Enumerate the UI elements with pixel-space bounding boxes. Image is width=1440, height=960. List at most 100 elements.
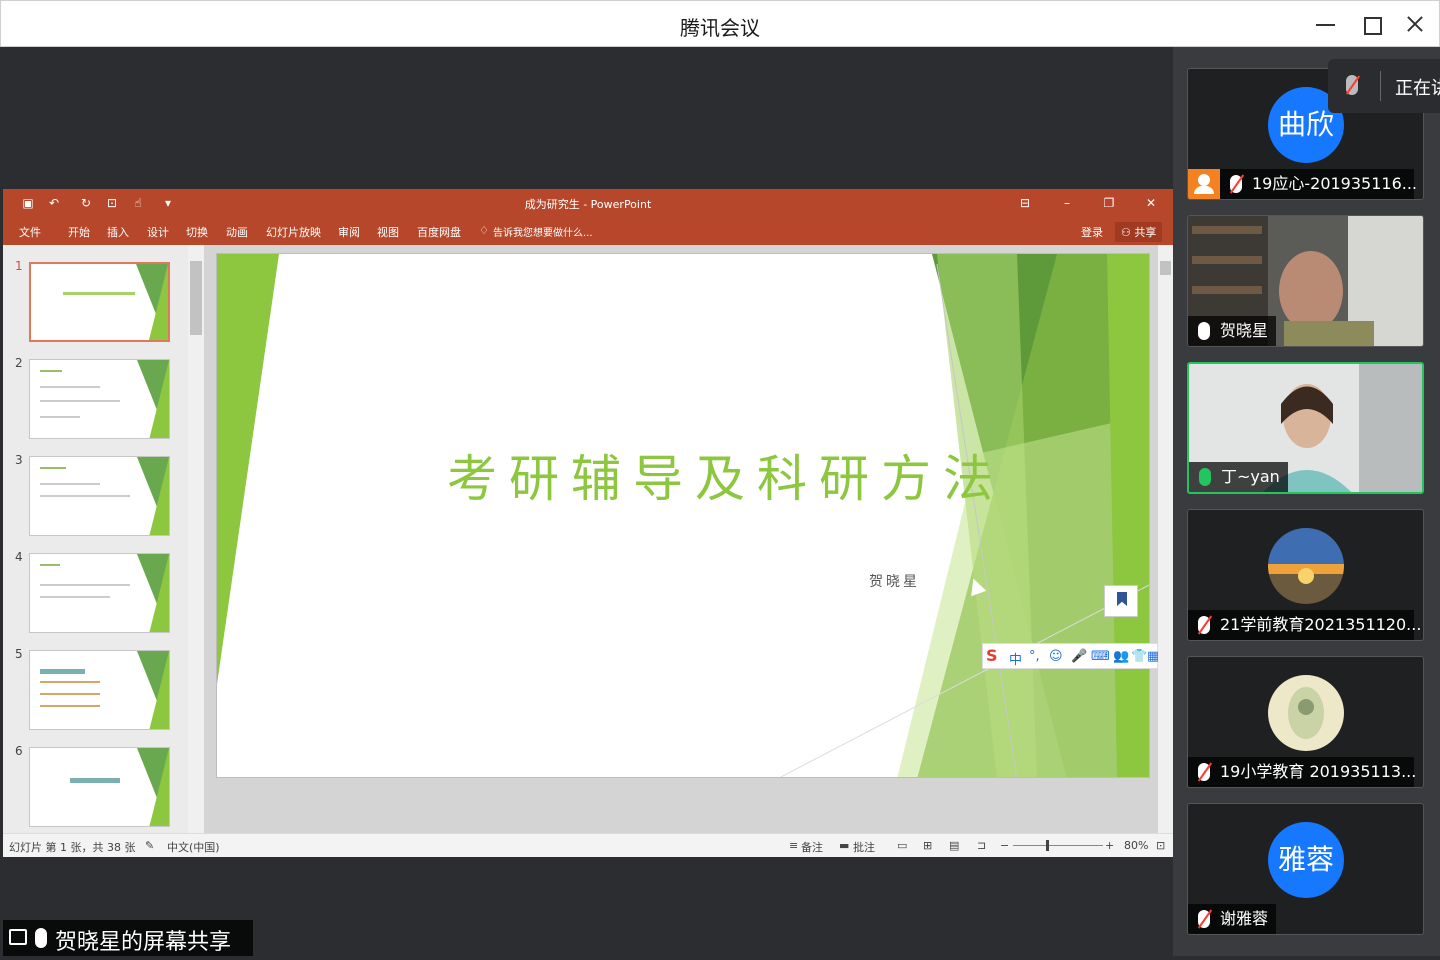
thumbnail-number: 4 <box>15 550 23 564</box>
participant-name-tag: 谢雅蓉 <box>1188 904 1277 934</box>
ime-punctuation-icon[interactable]: °, <box>1029 649 1040 664</box>
participant-name-tag: 19小学教育 201935113... <box>1188 757 1417 787</box>
share-label: 共享 <box>1134 226 1157 239</box>
ppt-close-icon[interactable]: ✕ <box>1141 194 1161 212</box>
slide-title[interactable]: 考研辅导及科研方法 <box>447 439 993 511</box>
sogou-logo-icon: S <box>986 646 998 665</box>
participants-sidebar: 曲欣 19应心-201935116... 贺晓星 丁~yan 21学前教育202… <box>1173 47 1440 956</box>
ime-chinese-mode[interactable]: 中 <box>1009 649 1022 668</box>
thumbnail-number: 2 <box>15 356 23 370</box>
avatar <box>1268 675 1344 751</box>
screen-share-area: ▣ ↶ ↻ ⊡ ☝ ▾ 成为研究生 - PowerPoint ⊟ – ❐ ✕ 文… <box>3 47 1173 956</box>
thumbnail-scrollbar[interactable] <box>188 245 204 833</box>
ime-users-icon[interactable]: 👥 <box>1113 649 1129 664</box>
minimize-icon[interactable] <box>1311 9 1341 39</box>
participant-name: 21学前教育2021351120... <box>1220 615 1422 634</box>
zoom-level[interactable]: 80% <box>1124 839 1148 852</box>
tab-file[interactable]: 文件 <box>19 224 41 240</box>
screen-share-text: 贺晓星的屏幕共享 <box>55 930 232 955</box>
ime-keyboard-icon[interactable]: ⌨ <box>1091 649 1110 664</box>
language-status[interactable]: 中文(中国) <box>167 839 220 855</box>
tencent-meeting-window: 腾讯会议 ▣ ↶ ↻ ⊡ ☝ ▾ 成为研究生 - PowerPoint ⊟ – … <box>0 0 1440 960</box>
thumbnail-number: 3 <box>15 453 23 467</box>
ime-skin-icon[interactable]: 👕 <box>1131 649 1147 664</box>
fit-to-window-icon[interactable]: ⊡ <box>1156 839 1165 852</box>
ime-emoji-icon[interactable]: ☺ <box>1049 649 1063 664</box>
speaking-indicator[interactable]: 正在讲 <box>1328 59 1440 113</box>
slide-scrollbar[interactable] <box>1158 245 1173 833</box>
participant-tile[interactable]: 贺晓星 <box>1187 215 1424 347</box>
participant-tile[interactable]: 19小学教育 201935113... <box>1187 656 1424 788</box>
ppt-body: 1 2 3 4 5 6 考研辅导及科研方法 贺晓星 S 中 °, ☺ 🎤 ⌨ 👥… <box>3 245 1173 833</box>
mic-muted-icon <box>1198 763 1210 781</box>
normal-view-icon[interactable]: ▭ <box>897 839 907 852</box>
ppt-ribbon: 文件 开始 插入 设计 切换 动画 幻灯片放映 审阅 视图 百度网盘 ♢ 告诉我… <box>3 217 1173 245</box>
mic-muted-icon <box>1346 75 1358 95</box>
participant-name-tag: 19应心-201935116... <box>1220 169 1418 199</box>
sogou-ime-toolbar[interactable]: S 中 °, ☺ 🎤 ⌨ 👥 👕 ▦ <box>982 643 1159 669</box>
ime-voice-icon[interactable]: 🎤 <box>1071 649 1087 664</box>
tab-home[interactable]: 开始 <box>68 224 90 240</box>
comments-button[interactable]: 批注 <box>853 839 875 855</box>
slide-thumbnail-5[interactable] <box>29 650 170 730</box>
ribbon-display-icon[interactable]: ⊟ <box>1015 194 1035 212</box>
tab-baidu-netdisk[interactable]: 百度网盘 <box>417 224 461 240</box>
thumbnail-number: 1 <box>15 259 23 273</box>
ppt-restore-icon[interactable]: ❐ <box>1099 194 1119 212</box>
slide-thumbnail-2[interactable] <box>29 359 170 439</box>
slideshow-view-icon[interactable]: ⊐ <box>977 839 986 852</box>
slide-thumbnail-4[interactable] <box>29 553 170 633</box>
window-title: 腾讯会议 <box>680 16 760 40</box>
participant-tile-speaking[interactable]: 丁~yan <box>1187 362 1424 494</box>
mic-speaking-icon <box>1199 468 1211 486</box>
participant-tile[interactable]: 21学前教育2021351120... <box>1187 509 1424 641</box>
login-link[interactable]: 登录 <box>1081 224 1103 240</box>
participant-tile[interactable]: 雅蓉 谢雅蓉 <box>1187 803 1424 935</box>
spelling-icon[interactable]: ✎ <box>145 839 154 852</box>
mic-muted-icon <box>1230 175 1242 193</box>
participant-name: 19小学教育 201935113... <box>1220 762 1417 781</box>
thumbnail-number: 5 <box>15 647 23 661</box>
slide-thumbnail-6[interactable] <box>29 747 170 827</box>
participant-name: 丁~yan <box>1221 467 1280 486</box>
tab-insert[interactable]: 插入 <box>107 224 129 240</box>
bookmark-icon[interactable] <box>1104 585 1138 617</box>
notes-icon[interactable]: ≡ <box>789 839 798 852</box>
tab-view[interactable]: 视图 <box>377 224 399 240</box>
participant-name-tag: 21学前教育2021351120... <box>1188 610 1421 640</box>
notes-button[interactable]: 备注 <box>801 839 823 855</box>
tab-transitions[interactable]: 切换 <box>186 224 208 240</box>
zoom-slider[interactable] <box>1013 845 1103 846</box>
close-icon[interactable] <box>1401 9 1431 39</box>
comments-icon[interactable]: ▬ <box>839 839 849 852</box>
participant-name: 19应心-201935116... <box>1252 174 1418 193</box>
share-button[interactable]: ⚇ 共享 <box>1115 222 1163 242</box>
maximize-icon[interactable] <box>1357 9 1387 39</box>
ppt-title-bar: ▣ ↶ ↻ ⊡ ☝ ▾ 成为研究生 - PowerPoint ⊟ – ❐ ✕ <box>3 189 1173 217</box>
mic-icon <box>35 928 47 948</box>
avatar: 雅蓉 <box>1268 822 1344 898</box>
tab-review[interactable]: 审阅 <box>338 224 360 240</box>
tab-design[interactable]: 设计 <box>147 224 169 240</box>
tab-animations[interactable]: 动画 <box>226 224 248 240</box>
ppt-status-bar: 幻灯片 第 1 张，共 38 张 ✎ 中文(中国) ≡ 备注 ▬ 批注 ▭ ⊞ … <box>3 833 1173 857</box>
mic-muted-icon <box>1198 910 1210 928</box>
zoom-out-icon[interactable]: − <box>1000 839 1009 852</box>
lightbulb-icon: ♢ <box>479 224 489 237</box>
tell-me-search[interactable]: 告诉我您想要做什么... <box>493 224 593 239</box>
mic-icon <box>1198 322 1210 340</box>
mic-muted-icon <box>1198 616 1210 634</box>
zoom-in-icon[interactable]: + <box>1105 839 1114 852</box>
avatar <box>1268 528 1344 604</box>
slide-thumbnail-3[interactable] <box>29 456 170 536</box>
person-icon: ⚇ <box>1121 226 1135 239</box>
slide-author[interactable]: 贺晓星 <box>869 571 920 591</box>
tab-slideshow[interactable]: 幻灯片放映 <box>266 224 321 240</box>
reading-view-icon[interactable]: ▤ <box>949 839 959 852</box>
window-title-bar: 腾讯会议 <box>0 0 1440 47</box>
zoom-slider-knob[interactable] <box>1046 840 1049 851</box>
ppt-minimize-icon[interactable]: – <box>1057 194 1077 212</box>
slide-sorter-icon[interactable]: ⊞ <box>923 839 932 852</box>
current-slide: 考研辅导及科研方法 贺晓星 <box>216 253 1150 778</box>
slide-thumbnail-1[interactable] <box>29 262 170 342</box>
